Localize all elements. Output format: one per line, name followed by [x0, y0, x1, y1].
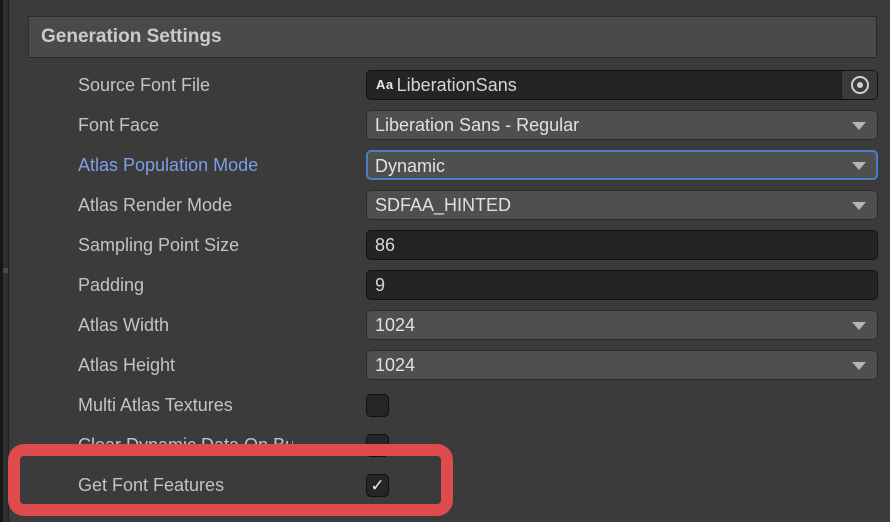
sampling-point-size-field — [366, 230, 878, 260]
sampling-point-size-input[interactable] — [366, 230, 878, 260]
chevron-down-icon — [852, 122, 866, 130]
row-multi-atlas-textures: Multi Atlas Textures — [0, 390, 890, 420]
source-font-file-object-field[interactable]: Aa LiberationSans — [366, 70, 878, 100]
padding-field — [366, 270, 878, 300]
field-label: Atlas Population Mode — [78, 150, 362, 180]
font-asset-icon: Aa — [376, 71, 394, 99]
multi-atlas-textures-checkbox[interactable] — [366, 394, 389, 417]
atlas-height-dropdown[interactable]: 1024 — [366, 350, 878, 380]
section-header-label: Generation Settings — [41, 26, 222, 47]
atlas-population-mode-dropdown[interactable]: Dynamic — [366, 150, 878, 180]
row-clear-dynamic-data: Clear Dynamic Data On Build — [0, 430, 890, 460]
field-label: Get Font Features — [78, 470, 362, 500]
row-padding: Padding — [0, 270, 890, 300]
row-source-font-file: Source Font File Aa LiberationSans — [0, 70, 890, 100]
field-label: Source Font File — [78, 70, 362, 100]
row-get-font-features: Get Font Features ✓ — [0, 470, 890, 500]
unity-inspector-panel: Generation Settings Source Font File Aa … — [0, 0, 890, 522]
dropdown-value: 1024 — [375, 315, 415, 335]
row-atlas-render-mode: Atlas Render Mode SDFAA_HINTED — [0, 190, 890, 220]
chevron-down-icon — [852, 322, 866, 330]
field-label: Atlas Width — [78, 310, 362, 340]
row-font-face: Font Face Liberation Sans - Regular — [0, 110, 890, 140]
chevron-down-icon — [852, 362, 866, 370]
generation-settings-header[interactable]: Generation Settings — [28, 16, 877, 58]
object-picker-icon — [851, 76, 869, 94]
field-label: Atlas Height — [78, 350, 362, 380]
object-field-value: LiberationSans — [397, 71, 517, 99]
row-sampling-point-size: Sampling Point Size — [0, 230, 890, 260]
padding-input[interactable] — [366, 270, 878, 300]
field-label: Atlas Render Mode — [78, 190, 362, 220]
row-atlas-population-mode: Atlas Population Mode Dynamic — [0, 150, 890, 180]
dropdown-value: Liberation Sans - Regular — [375, 115, 579, 135]
field-label: Multi Atlas Textures — [78, 390, 362, 420]
chevron-down-icon — [852, 162, 866, 170]
field-label: Sampling Point Size — [78, 230, 362, 260]
dropdown-value: SDFAA_HINTED — [375, 195, 511, 215]
dropdown-value: 1024 — [375, 355, 415, 375]
row-atlas-width: Atlas Width 1024 — [0, 310, 890, 340]
field-label: Padding — [78, 270, 362, 300]
atlas-width-dropdown[interactable]: 1024 — [366, 310, 878, 340]
get-font-features-checkbox[interactable]: ✓ — [366, 474, 389, 497]
chevron-down-icon — [852, 202, 866, 210]
field-label: Clear Dynamic Data On Build — [78, 430, 293, 460]
field-label: Font Face — [78, 110, 362, 140]
checkmark-icon: ✓ — [370, 476, 384, 495]
font-face-dropdown[interactable]: Liberation Sans - Regular — [366, 110, 878, 140]
dropdown-value: Dynamic — [375, 156, 445, 176]
atlas-render-mode-dropdown[interactable]: SDFAA_HINTED — [366, 190, 878, 220]
clear-dynamic-data-checkbox[interactable] — [366, 434, 389, 457]
object-picker-button[interactable] — [841, 71, 877, 99]
row-atlas-height: Atlas Height 1024 — [0, 350, 890, 380]
